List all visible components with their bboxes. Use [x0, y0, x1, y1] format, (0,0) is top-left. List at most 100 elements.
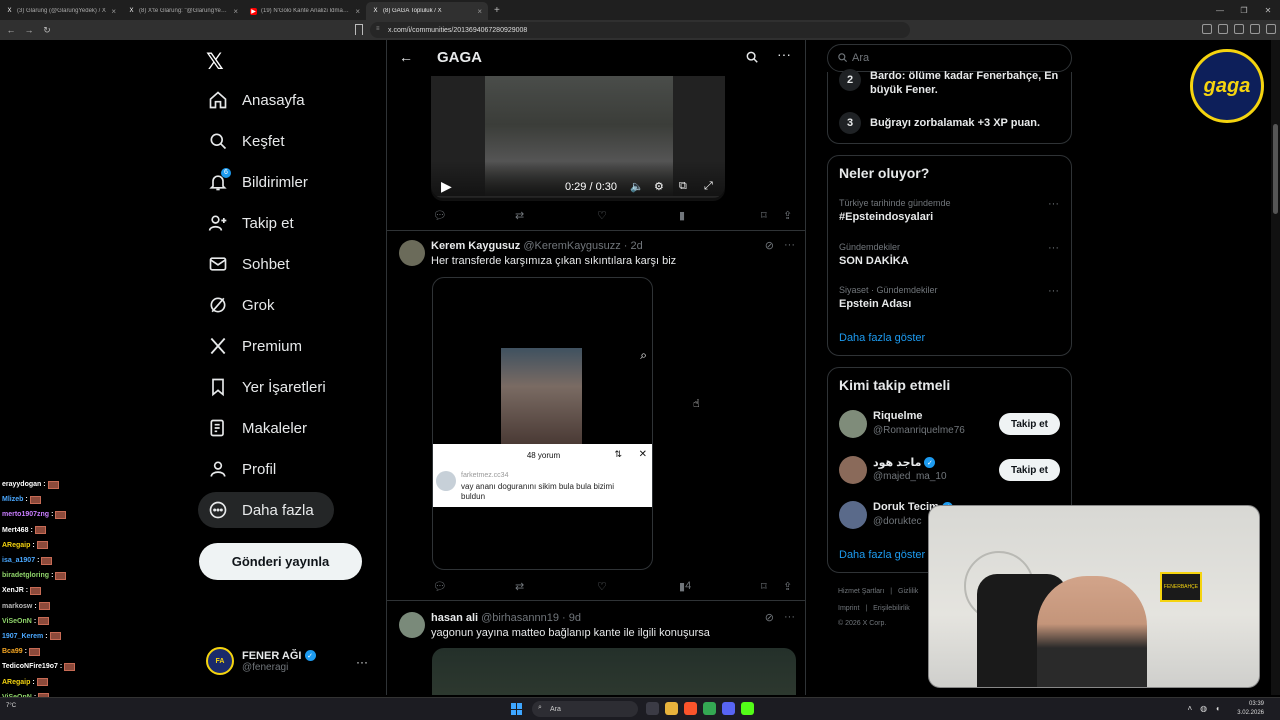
more-icon[interactable]: ···	[784, 239, 795, 252]
more-icon[interactable]: ···	[1048, 198, 1059, 210]
avatar[interactable]	[399, 612, 425, 638]
minimize-icon[interactable]: —	[1208, 0, 1232, 20]
views-icon[interactable]: ▮	[679, 209, 685, 222]
url-input[interactable]: ≡ x.com/i/communities/201369406728092900…	[370, 22, 910, 38]
show-more-link[interactable]: Daha fazla göster	[839, 332, 925, 344]
chat-username[interactable]: biradetgloring	[2, 572, 49, 579]
views-icon[interactable]: ▮ 4	[679, 580, 691, 593]
nav-item-grok[interactable]: Grok	[198, 287, 285, 323]
show-more-link[interactable]: Daha fazla göster	[839, 549, 925, 561]
chat-username[interactable]: merto1907zng	[2, 511, 49, 518]
follow-button[interactable]: Takip et	[999, 459, 1060, 481]
network-icon[interactable]: ◍	[1200, 704, 1207, 713]
chat-username[interactable]: Mlizeb	[2, 496, 23, 503]
more-icon[interactable]: ···	[1048, 242, 1059, 254]
chrome-icon[interactable]	[703, 702, 716, 715]
maximize-icon[interactable]: ❐	[1232, 0, 1256, 20]
x-logo-icon[interactable]: 𝕏	[206, 49, 224, 75]
search-input[interactable]: Ara	[827, 44, 1072, 72]
task-view-icon[interactable]	[646, 702, 659, 715]
volume-icon[interactable]: 🔈	[630, 180, 644, 193]
nav-item-follow[interactable]: Takip et	[198, 205, 304, 241]
weather-widget[interactable]: 7°C	[6, 703, 16, 709]
user-name[interactable]: Riquelme	[873, 410, 923, 422]
file-explorer-icon[interactable]	[665, 702, 678, 715]
footer-link[interactable]: Gizlilik	[898, 588, 918, 595]
nav-item-notifications[interactable]: 6 Bildirimler	[198, 164, 318, 200]
like-icon[interactable]: ♡	[597, 580, 607, 593]
forward-arrow-icon[interactable]: →	[22, 23, 36, 37]
extension-icon[interactable]	[1250, 24, 1260, 34]
bookmark-icon[interactable]: ⌑	[761, 580, 767, 593]
reply-icon[interactable]: 💬︎	[433, 209, 447, 222]
close-tab-icon[interactable]: ×	[111, 7, 116, 16]
nav-item-bookmarks[interactable]: Yer İşaretleri	[198, 369, 336, 405]
brave-icon[interactable]	[684, 702, 697, 715]
menu-icon[interactable]	[1266, 24, 1276, 34]
chat-username[interactable]: Bca99	[2, 648, 23, 655]
browser-tab-2[interactable]: X (8) X'te Glarung: "@GlarungYeni http..…	[122, 2, 244, 20]
nav-item-home[interactable]: Anasayfa	[198, 82, 315, 118]
author-name[interactable]: hasan ali	[431, 612, 478, 624]
chat-username[interactable]: Mert468	[2, 527, 28, 534]
trend-tag[interactable]: SON DAKİKA	[839, 255, 909, 267]
close-window-icon[interactable]: ✕	[1256, 0, 1280, 20]
chat-username[interactable]: markosw	[2, 603, 32, 610]
browser-tab-1[interactable]: X (3) Glarung (@GlarungYedek) / X ×	[0, 2, 122, 20]
back-arrow-icon[interactable]: ←	[399, 49, 413, 65]
settings-icon[interactable]: ⚙	[654, 180, 664, 193]
pip-icon[interactable]: ⧉	[679, 180, 687, 193]
chat-username[interactable]: ViSeOnN	[2, 618, 32, 625]
chat-username[interactable]: ARegaip	[2, 542, 30, 549]
extension-icon[interactable]	[1202, 24, 1212, 34]
share-icon[interactable]: ⇪	[783, 580, 792, 593]
chevron-up-icon[interactable]: ˄	[1188, 704, 1193, 713]
app-icon[interactable]	[741, 702, 754, 715]
new-tab-button[interactable]: +	[488, 5, 506, 16]
footer-link[interactable]: Imprint	[838, 605, 859, 612]
discord-icon[interactable]	[722, 702, 735, 715]
retweet-icon[interactable]: ⇄	[515, 580, 524, 593]
play-icon[interactable]: ▶	[441, 178, 452, 195]
extension-icon[interactable]	[1234, 24, 1244, 34]
page-scrollbar[interactable]	[1271, 40, 1280, 695]
nav-item-premium[interactable]: Premium	[198, 328, 312, 364]
follow-button[interactable]: Takip et	[999, 413, 1060, 435]
nav-item-profile[interactable]: Profil	[198, 451, 286, 487]
reload-icon[interactable]: ↻	[40, 23, 54, 37]
trend-tag[interactable]: Epstein Adası	[839, 298, 911, 310]
account-switcher[interactable]: FA FENER AĞI ✓ @feneragi ···	[206, 647, 376, 675]
like-icon[interactable]: ♡	[597, 209, 607, 222]
scrollbar-thumb[interactable]	[1273, 124, 1278, 214]
avatar[interactable]	[839, 410, 867, 438]
chat-username[interactable]: ARegaip	[2, 679, 30, 686]
more-icon[interactable]: ···	[784, 611, 795, 624]
volume-icon[interactable]: ◖	[1215, 704, 1220, 713]
avatar[interactable]	[839, 501, 867, 529]
author-handle[interactable]: @KeremKaygusuzz	[523, 240, 620, 252]
fullscreen-icon[interactable]: ⤢	[704, 180, 713, 193]
avatar[interactable]	[399, 240, 425, 266]
nav-item-more[interactable]: Daha fazla	[198, 492, 334, 528]
retweet-icon[interactable]: ⇄	[515, 209, 524, 222]
close-tab-icon[interactable]: ×	[233, 7, 238, 16]
back-arrow-icon[interactable]: ←	[4, 23, 18, 37]
nav-item-chat[interactable]: Sohbet	[198, 246, 300, 282]
close-tab-icon[interactable]: ×	[477, 7, 482, 16]
post-button[interactable]: Gönderi yayınla	[199, 543, 362, 580]
chat-username[interactable]: TedicoNFire19o7	[2, 663, 58, 670]
tweet-video[interactable]	[432, 648, 796, 695]
nav-item-explore[interactable]: Keşfet	[198, 123, 295, 159]
author-name[interactable]: Kerem Kaygusuz	[431, 240, 520, 252]
bookmark-icon[interactable]: ⌑	[761, 209, 767, 222]
tweet-video[interactable]: ⌕ 48 yorum ⇅ ✕ farketmez.cc34 vay ananı …	[432, 277, 653, 570]
more-icon[interactable]: ···	[777, 46, 791, 62]
chat-username[interactable]: 1907_Kerem	[2, 633, 43, 640]
share-icon[interactable]: ⇪	[783, 209, 792, 222]
grok-icon[interactable]: ⊘	[765, 611, 774, 624]
site-info-icon[interactable]: ≡	[376, 26, 383, 33]
nav-item-articles[interactable]: Makaleler	[198, 410, 317, 446]
close-tab-icon[interactable]: ×	[355, 7, 360, 16]
more-icon[interactable]: ···	[356, 655, 368, 669]
footer-link[interactable]: Erişilebilirlik	[873, 605, 910, 612]
